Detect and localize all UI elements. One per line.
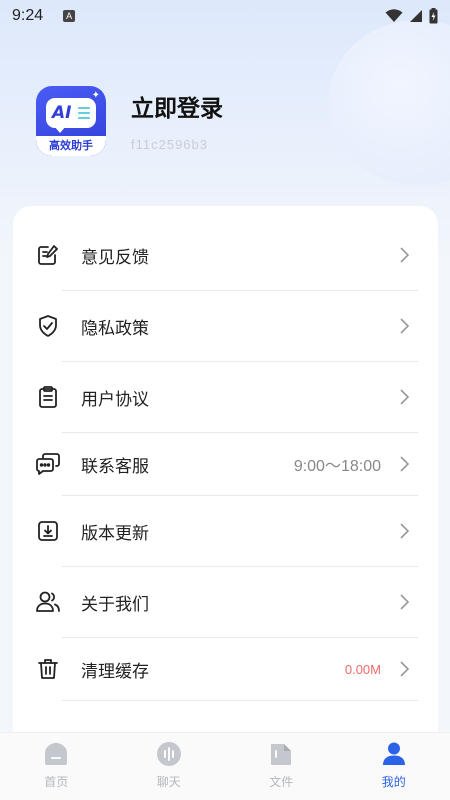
menu-item-clear-cache[interactable]: 清理缓存 0.00M [13,634,438,704]
menu-item-version-update[interactable]: 版本更新 [13,496,438,566]
nav-label-mine: 我的 [381,775,406,789]
menu-label-about-us: 关于我们 [81,594,149,615]
users-icon [34,588,62,616]
logo-ai-bubble: AI [46,98,96,128]
login-button[interactable]: 立即登录 [131,89,223,123]
download-box-icon [34,517,62,545]
menu-item-feedback[interactable]: 意见反馈 [13,220,438,290]
menu-item-privacy[interactable]: 隐私政策 [13,291,438,361]
chevron-right-icon [400,456,410,472]
file-icon [271,744,292,765]
clipboard-icon [34,383,62,411]
menu-label-agreement: 用户协议 [81,389,149,410]
notification-a-icon: A [63,10,76,22]
cache-size: 0.00M [344,661,381,677]
nav-item-chat[interactable]: 聊天 [113,733,226,800]
user-id: f11c2596b3 [131,137,208,152]
chat-bubbles-icon [34,450,62,478]
nav-label-chat: 聊天 [156,775,181,789]
menu-label-version-update: 版本更新 [81,523,149,544]
logo-lines-icon [78,107,90,119]
menu-item-agreement[interactable]: 用户协议 [13,362,438,432]
nav-item-files[interactable]: 文件 [225,733,338,800]
bottom-nav: 首页 聊天 文件 我的 [0,732,450,800]
chevron-right-icon [400,523,410,539]
chevron-right-icon [400,247,410,263]
decorative-circle [328,20,450,185]
battery-icon [429,8,438,24]
chevron-right-icon [400,661,410,677]
menu-card: 意见反馈 隐私政策 用户协议 联系客服 9:00～18:00 版本更新 关于我们… [13,206,438,766]
menu-label-privacy: 隐私政策 [81,318,149,339]
service-hours: 9:00～18:00 [293,458,381,475]
logo-bubble-tail [54,126,66,133]
chevron-right-icon [400,594,410,610]
nav-item-home[interactable]: 首页 [0,733,113,800]
feedback-edit-icon [34,241,62,269]
sparkle-icon: ✦ [91,90,100,101]
nav-label-home: 首页 [44,775,69,789]
status-bar: 9:24 A [0,0,450,32]
wifi-icon [385,9,403,22]
voice-chat-icon [156,742,181,766]
trash-icon [34,655,62,683]
status-icons [385,8,438,24]
logo-tag: 高效助手 [36,136,106,156]
divider [62,700,418,701]
status-time: 9:24 [12,7,44,24]
nav-label-files: 文件 [269,775,294,789]
signal-icon [410,10,422,22]
menu-item-about-us[interactable]: 关于我们 [13,567,438,637]
person-icon [382,742,405,765]
app-logo[interactable]: AI ✦ 高效助手 [36,86,106,156]
chevron-right-icon [400,318,410,334]
menu-item-customer-service[interactable]: 联系客服 9:00～18:00 [13,429,438,499]
logo-ai-text: AI [52,103,72,123]
chevron-right-icon [400,389,410,405]
menu-label-customer-service: 联系客服 [81,456,149,477]
menu-label-clear-cache: 清理缓存 [81,661,149,682]
nav-item-mine[interactable]: 我的 [338,733,450,800]
menu-label-feedback: 意见反馈 [81,247,149,268]
home-icon [45,743,68,765]
shield-check-icon [34,312,62,340]
